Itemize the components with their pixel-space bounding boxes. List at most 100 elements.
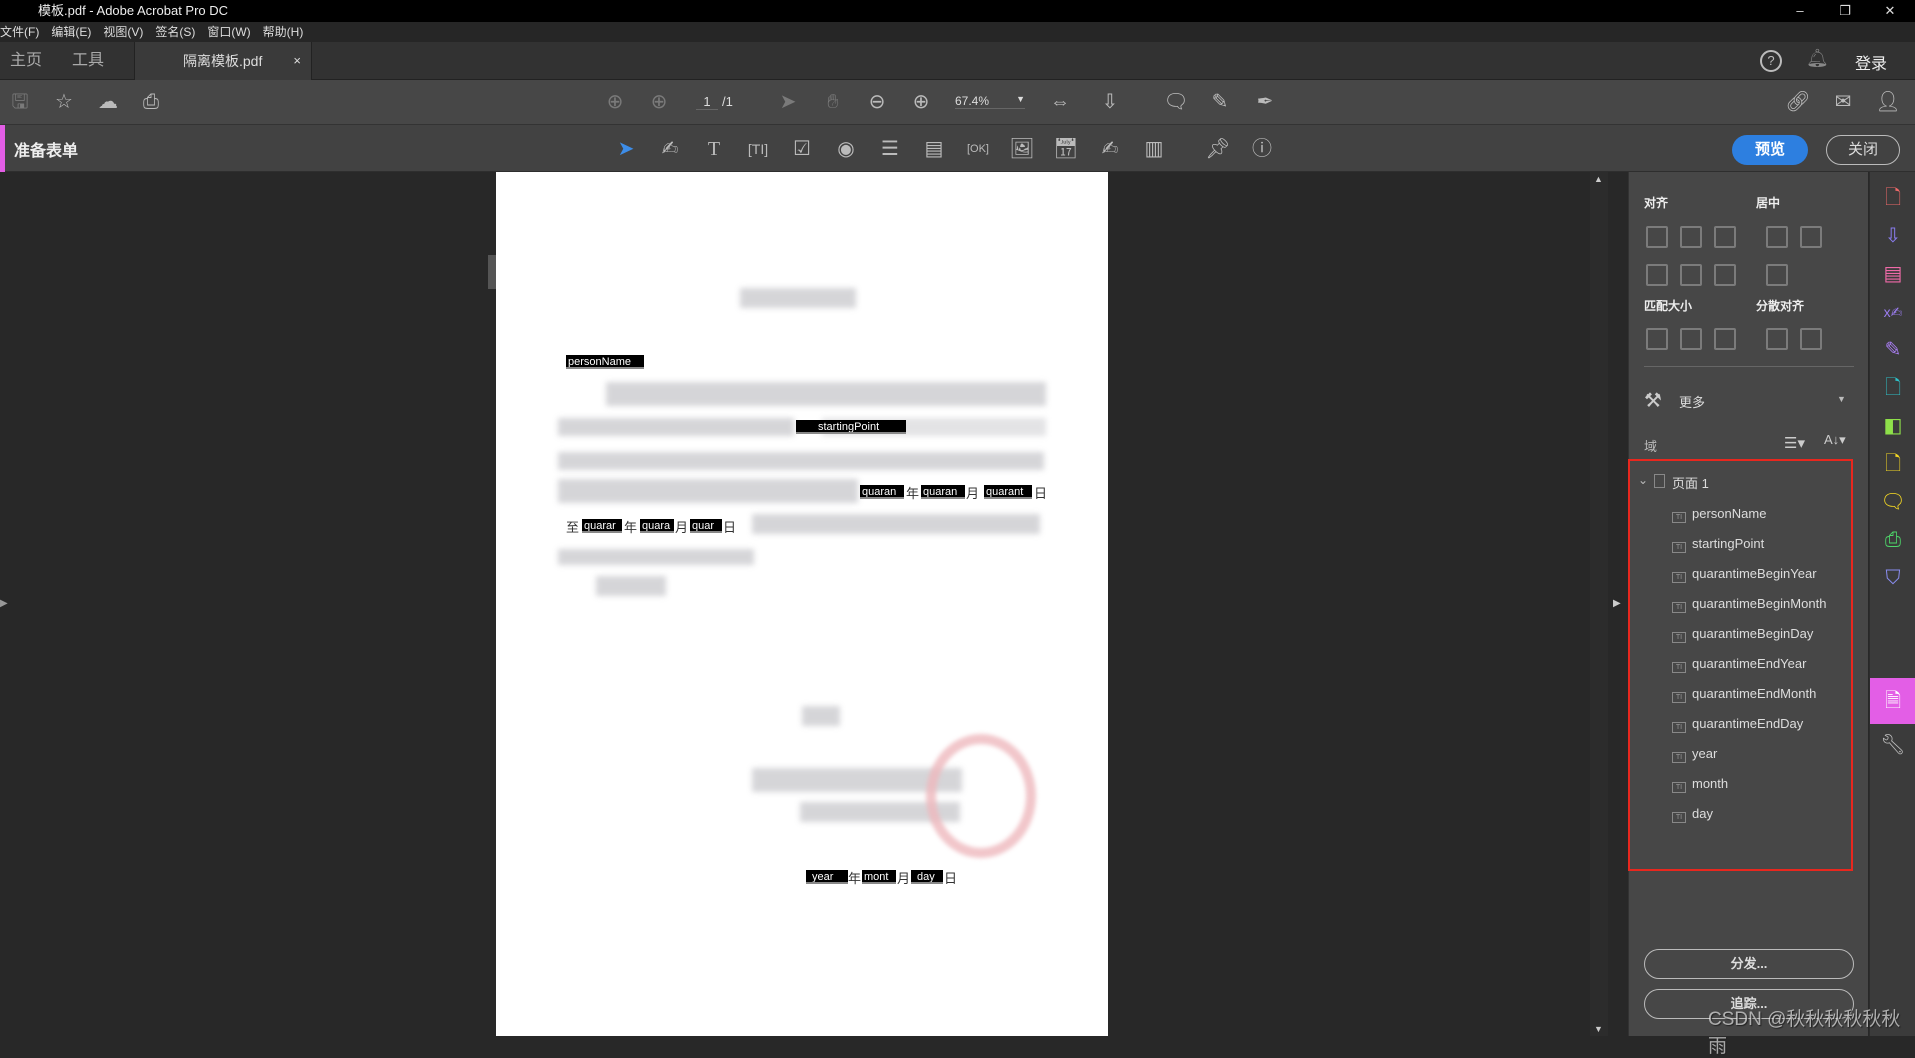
tree-field-item[interactable]: TI quarantimeBeginMonth: [1672, 594, 1826, 614]
prepare-form-icon[interactable]: 🗎: [1870, 678, 1915, 724]
print-production-icon[interactable]: ⎙: [1870, 520, 1915, 560]
organize-pages-icon[interactable]: ▤: [1870, 254, 1915, 294]
field-quarantimeEndYear[interactable]: quarar: [582, 519, 622, 533]
field-quarantimeBeginDay[interactable]: quarant: [984, 485, 1032, 499]
more-tools-icon[interactable]: 🔧︎: [1870, 725, 1915, 765]
chevron-down-icon[interactable]: ▼: [1837, 394, 1846, 404]
login-button[interactable]: 登录: [1855, 50, 1887, 74]
tree-field-item[interactable]: TI quarantimeEndYear: [1672, 654, 1806, 674]
close-form-button[interactable]: 关闭: [1826, 135, 1900, 165]
fill-sign-icon[interactable]: x✍: [1870, 292, 1915, 332]
close-tab-icon[interactable]: ×: [293, 42, 301, 80]
compare-icon[interactable]: ◧: [1870, 406, 1915, 446]
match-width-icon[interactable]: [1646, 328, 1668, 350]
page-number-input[interactable]: 1: [696, 94, 718, 110]
field-day[interactable]: day: [911, 870, 943, 884]
tree-field-item[interactable]: TI quarantimeEndMonth: [1672, 684, 1816, 704]
image-field-icon[interactable]: 🖼︎: [1007, 134, 1037, 164]
comment-icon[interactable]: 🗨︎: [1870, 482, 1915, 522]
center-vertical-icon[interactable]: [1800, 226, 1822, 248]
tab-document[interactable]: 隔离模板.pdf ×: [134, 42, 312, 80]
help-icon[interactable]: ⓘ: [1247, 134, 1277, 164]
protect-shield-icon[interactable]: ⛉: [1870, 558, 1915, 598]
comment-icon[interactable]: 🗨︎: [1161, 87, 1191, 117]
print-icon[interactable]: ⎙: [136, 87, 166, 117]
edit-fields-icon[interactable]: ✍: [655, 134, 685, 164]
select-arrow-icon[interactable]: ➤: [773, 87, 803, 117]
align-right-icon[interactable]: [1714, 226, 1736, 248]
field-personName[interactable]: personName: [566, 355, 644, 369]
match-height-icon[interactable]: [1680, 328, 1702, 350]
match-both-icon[interactable]: [1714, 328, 1736, 350]
dropdown-icon[interactable]: ▤: [919, 134, 949, 164]
vertical-scrollbar[interactable]: ▲ ▼: [1590, 172, 1608, 1036]
field-year[interactable]: year: [806, 870, 848, 884]
chevron-down-icon[interactable]: ⌄: [1638, 473, 1648, 487]
scroll-down-icon[interactable]: ▼: [1594, 1024, 1603, 1034]
more-dropdown[interactable]: 更多: [1679, 392, 1705, 411]
page-up-icon[interactable]: ⊕: [600, 87, 630, 117]
text-field-icon[interactable]: [TI]: [743, 134, 773, 164]
tab-home[interactable]: 主页: [10, 42, 42, 80]
sort-alpha-icon[interactable]: A↓▾: [1824, 432, 1846, 448]
align-center-h-icon[interactable]: [1680, 226, 1702, 248]
tree-field-item[interactable]: TI month: [1672, 774, 1728, 794]
sort-order-icon[interactable]: ☰▾: [1784, 434, 1805, 452]
date-field-icon[interactable]: 📅︎: [1051, 134, 1081, 164]
barcode-icon[interactable]: ▥: [1139, 134, 1169, 164]
align-bottom-icon[interactable]: [1714, 264, 1736, 286]
align-top-icon[interactable]: [1646, 264, 1668, 286]
field-month[interactable]: mont: [862, 870, 896, 884]
add-user-icon[interactable]: 👤︎: [1873, 87, 1903, 117]
menu-help[interactable]: 帮助(H): [263, 22, 304, 42]
tree-field-item[interactable]: TI quarantimeEndDay: [1672, 714, 1803, 734]
menu-window[interactable]: 窗口(W): [207, 22, 250, 42]
menu-file[interactable]: 文件(F): [0, 22, 39, 42]
tree-field-item[interactable]: TI quarantimeBeginYear: [1672, 564, 1817, 584]
zoom-select[interactable]: 67.4% ▼: [955, 94, 1025, 109]
minimize-button[interactable]: –: [1780, 0, 1820, 22]
help-icon[interactable]: ?: [1760, 50, 1782, 72]
save-icon[interactable]: 🖫: [5, 87, 35, 117]
left-panel-toggle-icon[interactable]: ▶: [0, 598, 8, 609]
distribute-button[interactable]: 分发...: [1644, 949, 1854, 979]
tree-field-item[interactable]: TI personName: [1672, 504, 1766, 524]
field-quarantimeBeginYear[interactable]: quaran: [860, 485, 904, 499]
signature-field-icon[interactable]: ✍: [1095, 134, 1125, 164]
tab-tools[interactable]: 工具: [72, 42, 104, 80]
select-tool-icon[interactable]: ➤: [611, 134, 641, 164]
menu-view[interactable]: 视图(V): [103, 22, 143, 42]
star-icon[interactable]: ☆: [49, 87, 79, 117]
restore-button[interactable]: ❐: [1825, 0, 1865, 22]
field-startingPoint[interactable]: startingPoint: [796, 420, 906, 434]
send-pdf-icon[interactable]: 🗋: [1870, 368, 1915, 408]
sign-icon[interactable]: ✒: [1250, 87, 1280, 117]
distribute-horizontal-icon[interactable]: [1766, 328, 1788, 350]
create-pdf-icon[interactable]: 🗋: [1870, 178, 1915, 218]
tree-page-node[interactable]: 页面 1: [1672, 473, 1709, 492]
mail-icon[interactable]: ✉: [1828, 87, 1858, 117]
share-link-icon[interactable]: 🔗︎: [1783, 87, 1813, 117]
tree-field-item[interactable]: TI day: [1672, 804, 1713, 824]
checkbox-icon[interactable]: ☑: [787, 134, 817, 164]
align-left-icon[interactable]: [1646, 226, 1668, 248]
menu-sign[interactable]: 签名(S): [155, 22, 195, 42]
zoom-in-icon[interactable]: ⊕: [906, 87, 936, 117]
request-signature-icon[interactable]: ✎: [1870, 330, 1915, 370]
hand-icon[interactable]: ✋︎: [818, 87, 848, 117]
distribute-vertical-icon[interactable]: [1800, 328, 1822, 350]
center-horizontal-icon[interactable]: [1766, 226, 1788, 248]
scroll-up-icon[interactable]: ▲: [1594, 174, 1603, 184]
tree-field-item[interactable]: TI year: [1672, 744, 1717, 764]
button-field-icon[interactable]: [OK]: [963, 134, 993, 164]
preview-button[interactable]: 预览: [1732, 135, 1808, 165]
right-panel-toggle-icon[interactable]: ▶: [1613, 598, 1621, 609]
list-box-icon[interactable]: ☰: [875, 134, 905, 164]
tree-field-item[interactable]: TI startingPoint: [1672, 534, 1764, 554]
page-down-icon[interactable]: ⊕: [644, 87, 674, 117]
center-both-icon[interactable]: [1766, 264, 1788, 286]
zoom-out-icon[interactable]: ⊖: [862, 87, 892, 117]
cloud-upload-icon[interactable]: ☁: [93, 87, 123, 117]
field-quarantimeBeginMonth[interactable]: quaran: [921, 485, 965, 499]
field-quarantimeEndMonth[interactable]: quara: [640, 519, 674, 533]
